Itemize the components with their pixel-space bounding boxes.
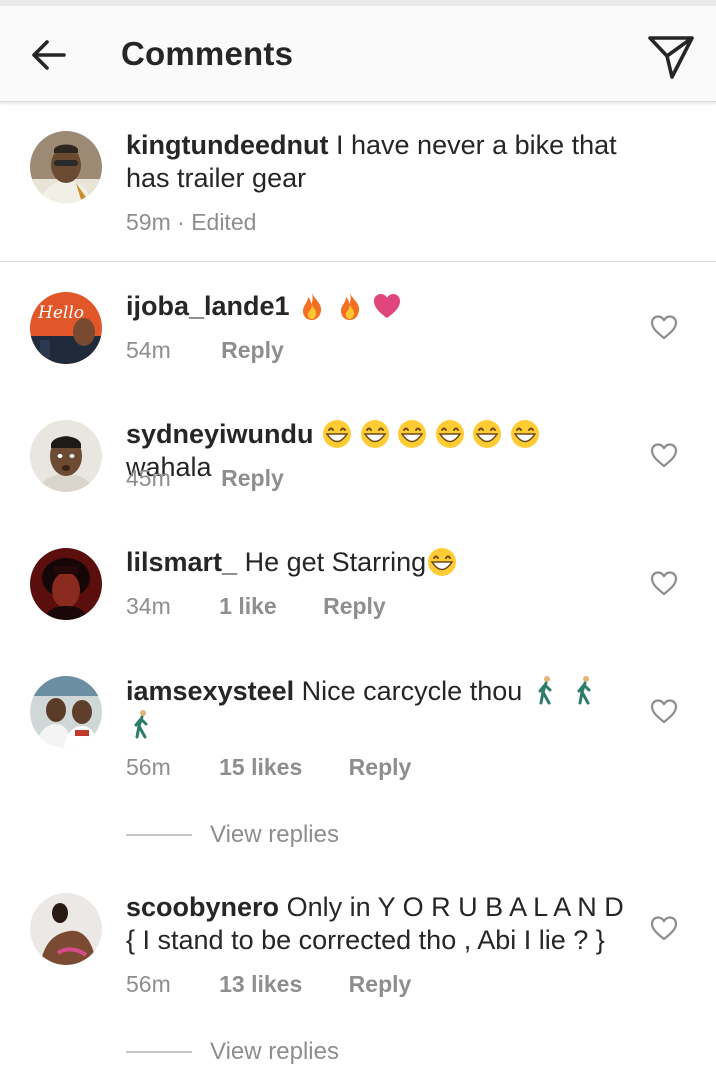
avatar[interactable] (30, 548, 102, 620)
send-icon (648, 36, 694, 79)
like-heart-icon[interactable] (650, 314, 678, 340)
view-replies-label: View replies (210, 1038, 339, 1065)
comment-body: He get Starring (244, 547, 427, 577)
edited-label: · Edited (177, 209, 257, 235)
grin-emoji-icon (428, 548, 457, 576)
view-replies-line (126, 1051, 192, 1053)
comment-text: iamsexysteel Nice carcycle thou (126, 674, 626, 742)
view-replies-label: View replies (210, 821, 339, 848)
avatar[interactable] (30, 893, 102, 965)
comment-text: scoobynero Only in Y O R U B A L A N D {… (126, 891, 636, 957)
grin-emoji-icon (473, 420, 502, 448)
comment-time: 34m (126, 593, 171, 619)
caption-time: 59m (126, 209, 171, 235)
comment-username[interactable]: scoobynero (126, 892, 279, 922)
walking-person-icon (538, 676, 552, 705)
heart-emoji-icon (374, 294, 401, 318)
likes-count[interactable]: 13 likes (219, 971, 302, 998)
view-replies-line (126, 834, 192, 836)
comment-time: 56m (126, 754, 171, 780)
grin-emoji-icon (360, 420, 389, 448)
comment-meta: 54m Reply (126, 337, 284, 364)
comment-body: Nice carcycle thou (301, 676, 523, 706)
comment-username[interactable]: lilsmart_ (126, 547, 237, 577)
comment-text: ijoba_lande1 (126, 290, 626, 323)
fire-icon (340, 293, 359, 320)
comment-meta: 34m 1 like Reply (126, 593, 386, 620)
reply-button[interactable]: Reply (221, 465, 284, 492)
likes-count[interactable]: 15 likes (219, 754, 302, 781)
share-button[interactable] (646, 32, 696, 82)
reply-button[interactable]: Reply (221, 337, 284, 364)
page-title: Comments (121, 35, 294, 72)
comment-emojis (297, 291, 402, 321)
comment-username[interactable]: sydneyiwundu (126, 419, 314, 449)
arrow-left-icon (32, 40, 66, 70)
fire-icon (303, 293, 322, 320)
back-button[interactable] (28, 34, 70, 76)
likes-count[interactable]: 1 like (219, 593, 277, 620)
view-replies-button[interactable]: View replies (126, 821, 339, 851)
comment-username[interactable]: iamsexysteel (126, 676, 294, 706)
post-caption: kingtundeednut I have never a bike that … (0, 103, 716, 262)
comment-meta: 56m 15 likes Reply (126, 754, 411, 781)
like-heart-icon[interactable] (650, 442, 678, 468)
comment-meta: 56m 13 likes Reply (126, 971, 411, 998)
walking-person-icon (577, 676, 591, 705)
grin-emoji-icon (323, 420, 352, 448)
comment-time: 45m (126, 465, 171, 491)
walking-person-icon (134, 710, 148, 739)
comments-header: Comments (0, 6, 716, 102)
like-heart-icon[interactable] (650, 915, 678, 941)
reply-button[interactable]: Reply (323, 593, 386, 620)
like-heart-icon[interactable] (650, 698, 678, 724)
avatar[interactable] (30, 676, 102, 748)
comment-username[interactable]: ijoba_lande1 (126, 291, 290, 321)
avatar[interactable] (30, 131, 102, 203)
caption-username[interactable]: kingtundeednut (126, 130, 328, 160)
like-heart-icon[interactable] (650, 570, 678, 596)
comment-time: 54m (126, 337, 171, 363)
grin-emoji-icon (435, 420, 464, 448)
svg-text:Hello: Hello (37, 303, 84, 323)
comment-time: 56m (126, 971, 171, 997)
reply-button[interactable]: Reply (349, 971, 412, 998)
grin-emoji-icon (510, 420, 539, 448)
comment-emojis (321, 419, 541, 449)
avatar[interactable] (30, 420, 102, 492)
reply-button[interactable]: Reply (349, 754, 412, 781)
caption-text: kingtundeednut I have never a bike that … (126, 129, 626, 195)
grin-emoji-icon (398, 420, 427, 448)
caption-meta: 59m · Edited (126, 209, 256, 236)
view-replies-button[interactable]: View replies (126, 1038, 339, 1068)
comment-text: lilsmart_ He get Starring (126, 546, 626, 579)
comment-meta: 45m Reply (126, 465, 284, 492)
avatar[interactable]: Hello (30, 292, 102, 364)
